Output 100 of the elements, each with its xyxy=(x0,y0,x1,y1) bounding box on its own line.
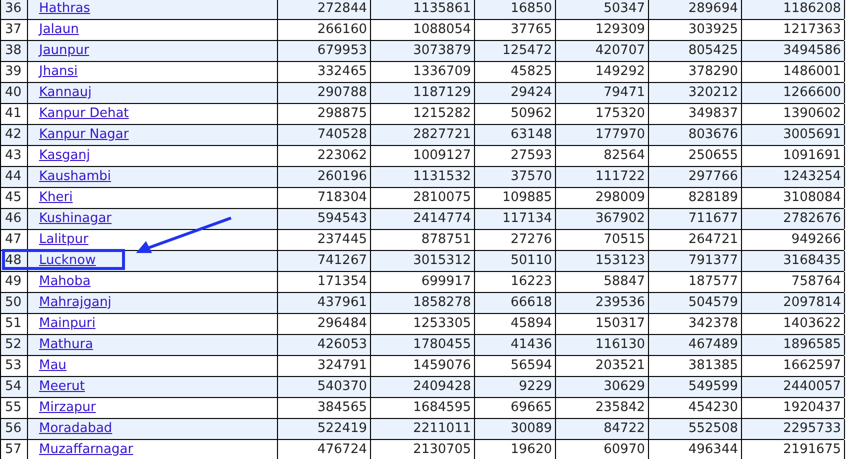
district-link[interactable]: Mainpuri xyxy=(39,316,96,331)
table-cell: 3108084 xyxy=(742,188,845,208)
table-cell: 711677 xyxy=(649,209,742,229)
table-cell: 177970 xyxy=(556,125,649,145)
table-cell: 30089 xyxy=(475,419,556,439)
district-link[interactable]: Mau xyxy=(39,358,66,373)
table-cell: 594543 xyxy=(278,209,371,229)
table-cell: 79471 xyxy=(556,83,649,103)
table-cell: 117134 xyxy=(475,209,556,229)
table-cell: 153123 xyxy=(556,251,649,271)
table-cell: 50347 xyxy=(556,0,649,19)
district-link[interactable]: Jaunpur xyxy=(39,43,90,58)
row-number: 57 xyxy=(1,440,28,459)
district-link[interactable]: Lalitpur xyxy=(39,232,88,247)
table-cell: 298875 xyxy=(278,104,371,124)
table-cell: 791377 xyxy=(649,251,742,271)
table-cell: 476724 xyxy=(278,440,371,459)
table-cell: 1215282 xyxy=(371,104,475,124)
district-link[interactable]: Lucknow xyxy=(39,253,96,268)
table-cell: 264721 xyxy=(649,230,742,250)
table-cell: 41436 xyxy=(475,335,556,355)
row-number: 49 xyxy=(1,272,28,292)
district-link[interactable]: Moradabad xyxy=(39,421,112,436)
table-cell: 266160 xyxy=(278,20,371,40)
district-link[interactable]: Kasganj xyxy=(39,148,90,163)
table-cell: 3015312 xyxy=(371,251,475,271)
table-cell: 203521 xyxy=(556,356,649,376)
district-link[interactable]: Meerut xyxy=(39,379,85,394)
row-number: 55 xyxy=(1,398,28,418)
row-number: 39 xyxy=(1,62,28,82)
table-cell: 66618 xyxy=(475,293,556,313)
table-cell: 272844 xyxy=(278,0,371,19)
district-link[interactable]: Jalaun xyxy=(39,22,79,37)
row-number: 47 xyxy=(1,230,28,250)
row-number: 50 xyxy=(1,293,28,313)
table-cell: 1486001 xyxy=(742,62,845,82)
table-cell: 149292 xyxy=(556,62,649,82)
district-link[interactable]: Mathura xyxy=(39,337,94,352)
district-link[interactable]: Kheri xyxy=(39,190,73,205)
table-cell: 1920437 xyxy=(742,398,845,418)
table-cell: 332465 xyxy=(278,62,371,82)
table-cell: 150317 xyxy=(556,314,649,334)
district-link[interactable]: Kanpur Dehat xyxy=(39,106,129,121)
district-link[interactable]: Hathras xyxy=(39,1,90,16)
table-cell: 552508 xyxy=(649,419,742,439)
table-cell: 1780455 xyxy=(371,335,475,355)
table-cell: 1266600 xyxy=(742,83,845,103)
table-cell: 16850 xyxy=(475,0,556,19)
row-number: 53 xyxy=(1,356,28,376)
table-cell: 70515 xyxy=(556,230,649,250)
table-cell: 29424 xyxy=(475,83,556,103)
row-number: 38 xyxy=(1,41,28,61)
table-cell: 187577 xyxy=(649,272,742,292)
table-cell: 2827721 xyxy=(371,125,475,145)
table-cell: 384565 xyxy=(278,398,371,418)
district-link[interactable]: Kanpur Nagar xyxy=(39,127,129,142)
table-cell: 426053 xyxy=(278,335,371,355)
row-number: 44 xyxy=(1,167,28,187)
table-cell: 60970 xyxy=(556,440,649,459)
district-link[interactable]: Muzaffarnagar xyxy=(39,442,134,457)
district-link[interactable]: Mahrajganj xyxy=(39,295,112,310)
district-link[interactable]: Mahoba xyxy=(39,274,91,289)
table-cell: 349837 xyxy=(649,104,742,124)
table-cell: 1336709 xyxy=(371,62,475,82)
table-cell: 9229 xyxy=(475,377,556,397)
table-cell: 467489 xyxy=(649,335,742,355)
table-cell: 82564 xyxy=(556,146,649,166)
district-link[interactable]: Kannauj xyxy=(39,85,92,100)
row-number: 56 xyxy=(1,419,28,439)
table-cell: 1684595 xyxy=(371,398,475,418)
table-cell: 1088054 xyxy=(371,20,475,40)
table-cell: 803676 xyxy=(649,125,742,145)
table-cell: 3005691 xyxy=(742,125,845,145)
table-cell: 496344 xyxy=(649,440,742,459)
table-cell: 504579 xyxy=(649,293,742,313)
table-cell: 828189 xyxy=(649,188,742,208)
table-cell: 381385 xyxy=(649,356,742,376)
district-link[interactable]: Jhansi xyxy=(39,64,78,79)
table-cell: 303925 xyxy=(649,20,742,40)
table-cell: 2295733 xyxy=(742,419,845,439)
table-cell: 239536 xyxy=(556,293,649,313)
district-link[interactable]: Kushinagar xyxy=(39,211,112,226)
table-cell: 1091691 xyxy=(742,146,845,166)
table-cell: 1858278 xyxy=(371,293,475,313)
table-cell: 2191675 xyxy=(742,440,845,459)
table-cell: 878751 xyxy=(371,230,475,250)
district-link[interactable]: Kaushambi xyxy=(39,169,112,184)
row-number: 51 xyxy=(1,314,28,334)
district-link[interactable]: Mirzapur xyxy=(39,400,96,415)
row-number: 42 xyxy=(1,125,28,145)
table-cell: 1135861 xyxy=(371,0,475,19)
table-cell: 522419 xyxy=(278,419,371,439)
table-cell: 63148 xyxy=(475,125,556,145)
table-cell: 30629 xyxy=(556,377,649,397)
table-cell: 125472 xyxy=(475,41,556,61)
table-cell: 45825 xyxy=(475,62,556,82)
table-cell: 3073879 xyxy=(371,41,475,61)
table-cell: 2211011 xyxy=(371,419,475,439)
table-cell: 235842 xyxy=(556,398,649,418)
row-number: 43 xyxy=(1,146,28,166)
